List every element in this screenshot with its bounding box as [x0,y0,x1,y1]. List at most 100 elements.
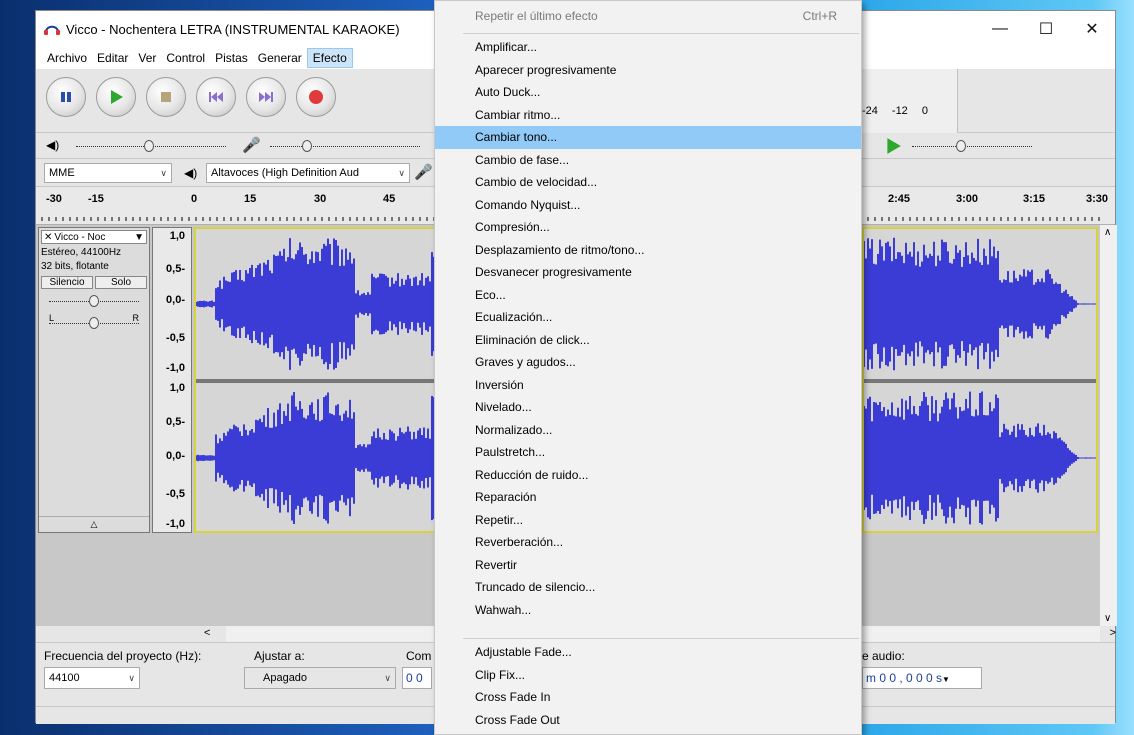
scale-label: -1,0 [166,362,185,374]
chevron-down-icon[interactable]: ∨ [1104,613,1111,624]
menu-item-adjustable-fade[interactable]: Adjustable Fade... [435,641,861,664]
menu-item-label: Comando Nyquist... [475,197,581,212]
play-speed-thumb[interactable] [956,140,966,152]
meter-tick: -24 [862,105,878,117]
menu-item-desvanecer-progresivamente[interactable]: Desvanecer progresivamente [435,261,861,284]
record-button[interactable] [296,77,336,117]
menu-item-label: Cross Fade Out [475,712,560,727]
minimize-button[interactable]: — [977,11,1023,47]
play-at-speed-button[interactable] [884,137,902,158]
menu-item-label: Wahwah... [475,602,532,617]
menu-item-cambio-de-fase[interactable]: Cambio de fase... [435,149,861,172]
menu-item-cross-fade-in[interactable]: Cross Fade In [435,686,861,709]
solo-button[interactable]: Solo [95,276,147,289]
menu-item-cambio-de-velocidad[interactable]: Cambio de velocidad... [435,171,861,194]
menu-item-reverberación[interactable]: Reverberación... [435,531,861,554]
scale-label: 1,0 [169,382,185,394]
play-speed-slider[interactable] [912,145,1032,147]
play-icon [887,138,901,154]
skip-start-button[interactable] [196,77,236,117]
pan-slider-thumb[interactable] [89,317,99,329]
snap-select[interactable]: Apagado ∨ [244,667,396,689]
vertical-scale[interactable]: 1,0 0,5- 0,0- -0,5 -1,0 1,0 0,5- 0,0- -0… [152,227,192,533]
chevron-down-icon: ▼ [942,675,950,684]
menu-item-label: Reducción de ruido... [475,467,589,482]
level-meter[interactable] [858,69,958,133]
menu-item-cambiar-tono[interactable]: Cambiar tono... [435,126,861,149]
record-volume-slider[interactable] [270,145,420,147]
skip-end-button[interactable] [246,77,286,117]
menu-item-reparación[interactable]: Reparación [435,486,861,509]
record-slider-thumb[interactable] [302,140,312,152]
menu-control[interactable]: Control [161,49,210,67]
chevron-down-icon: ∨ [160,167,167,178]
menu-item-cambiar-ritmo[interactable]: Cambiar ritmo... [435,104,861,127]
close-icon[interactable]: ✕ [44,232,52,243]
menu-item-label: Compresión... [475,220,550,235]
project-rate-select[interactable]: 44100 ∨ [44,667,140,689]
menu-editar[interactable]: Editar [92,49,133,67]
menu-item-compresión[interactable]: Compresión... [435,216,861,239]
menu-item-reducción-de-ruido[interactable]: Reducción de ruido... [435,464,861,487]
menu-item-wahwah[interactable]: Wahwah... [435,599,861,622]
menu-item-label: Auto Duck... [475,85,541,100]
menu-item-cross-fade-out[interactable]: Cross Fade Out [435,709,861,732]
menu-item-inversión[interactable]: Inversión [435,374,861,397]
playback-slider-thumb[interactable] [144,140,154,152]
close-button[interactable]: ✕ [1069,11,1115,47]
pan-slider[interactable]: L R [49,313,139,335]
menu-item-truncado-de-silencio[interactable]: Truncado de silencio... [435,576,861,599]
menu-item-eco[interactable]: Eco... [435,284,861,307]
menu-item-repeat-last[interactable]: Repetir el último efecto Ctrl+R [435,5,861,28]
menu-item-clip-fix[interactable]: Clip Fix... [435,664,861,687]
play-button[interactable] [96,77,136,117]
menu-item-label: Inversión [475,377,524,392]
menu-item-aparecer-progresivamente[interactable]: Aparecer progresivamente [435,59,861,82]
menu-item-label: Reparación [475,490,537,505]
waveform-left[interactable] [194,227,438,533]
output-device-select[interactable]: Altavoces (High Definition Aud ∨ [206,163,410,183]
menu-item-comando-nyquist[interactable]: Comando Nyquist... [435,194,861,217]
collapse-track-button[interactable]: △ [39,516,149,532]
menu-item-revertir[interactable]: Revertir [435,554,861,577]
pause-button[interactable] [46,77,86,117]
menu-item-desplazamiento-de-ritmo-tono[interactable]: Desplazamiento de ritmo/tono... [435,239,861,262]
menu-item-normalizado[interactable]: Normalizado... [435,419,861,442]
selection-start-field[interactable]: 0 0 [402,667,432,689]
microphone-icon: 🎤 [242,137,261,154]
menu-item-auto-duck[interactable]: Auto Duck... [435,81,861,104]
gain-slider-thumb[interactable] [89,295,99,307]
stop-button[interactable] [146,77,186,117]
menu-item-amplificar[interactable]: Amplificar... [435,36,861,59]
menu-archivo[interactable]: Archivo [42,49,92,67]
vertical-scrollbar[interactable]: ∧ ∨ [1100,225,1117,626]
chevron-left-icon[interactable]: < [204,627,210,639]
menu-item-ecualización[interactable]: Ecualización... [435,306,861,329]
menu-item-label: Clip Fix... [475,667,526,682]
mute-button[interactable]: Silencio [41,276,93,289]
track-name-menu[interactable]: ✕ Vicco - Noc ▼ [41,230,147,244]
triangle-up-icon: △ [90,519,98,529]
menu-item-eliminación-de-click[interactable]: Eliminación de click... [435,329,861,352]
menu-item-repetir[interactable]: Repetir... [435,509,861,532]
menu-pistas[interactable]: Pistas [210,49,253,67]
waveform-right[interactable] [862,227,1098,533]
audio-position-field[interactable]: m 0 0 , 0 0 0 s▼ [862,667,982,689]
menu-item-graves-y-agudos[interactable]: Graves y agudos... [435,351,861,374]
snap-label: Ajustar a: [254,649,305,663]
chevron-right-icon[interactable]: > [1110,627,1116,639]
audio-host-select[interactable]: MME ∨ [44,163,172,183]
play-icon [111,90,123,104]
menu-generar[interactable]: Generar [253,49,307,67]
pan-right-label: R [132,313,140,323]
chevron-up-icon[interactable]: ∧ [1104,227,1111,238]
menu-ver[interactable]: Ver [133,49,161,67]
gain-slider[interactable] [49,291,139,313]
maximize-button[interactable]: ☐ [1023,11,1069,47]
track-bitdepth: 32 bits, flotante [41,261,109,272]
menu-item-nivelado[interactable]: Nivelado... [435,396,861,419]
menu-item-paulstretch[interactable]: Paulstretch... [435,441,861,464]
menu-item-label: Reverberación... [475,535,564,550]
menu-item-label: Nivelado... [475,400,532,415]
menu-efecto[interactable]: Efecto [306,48,353,68]
